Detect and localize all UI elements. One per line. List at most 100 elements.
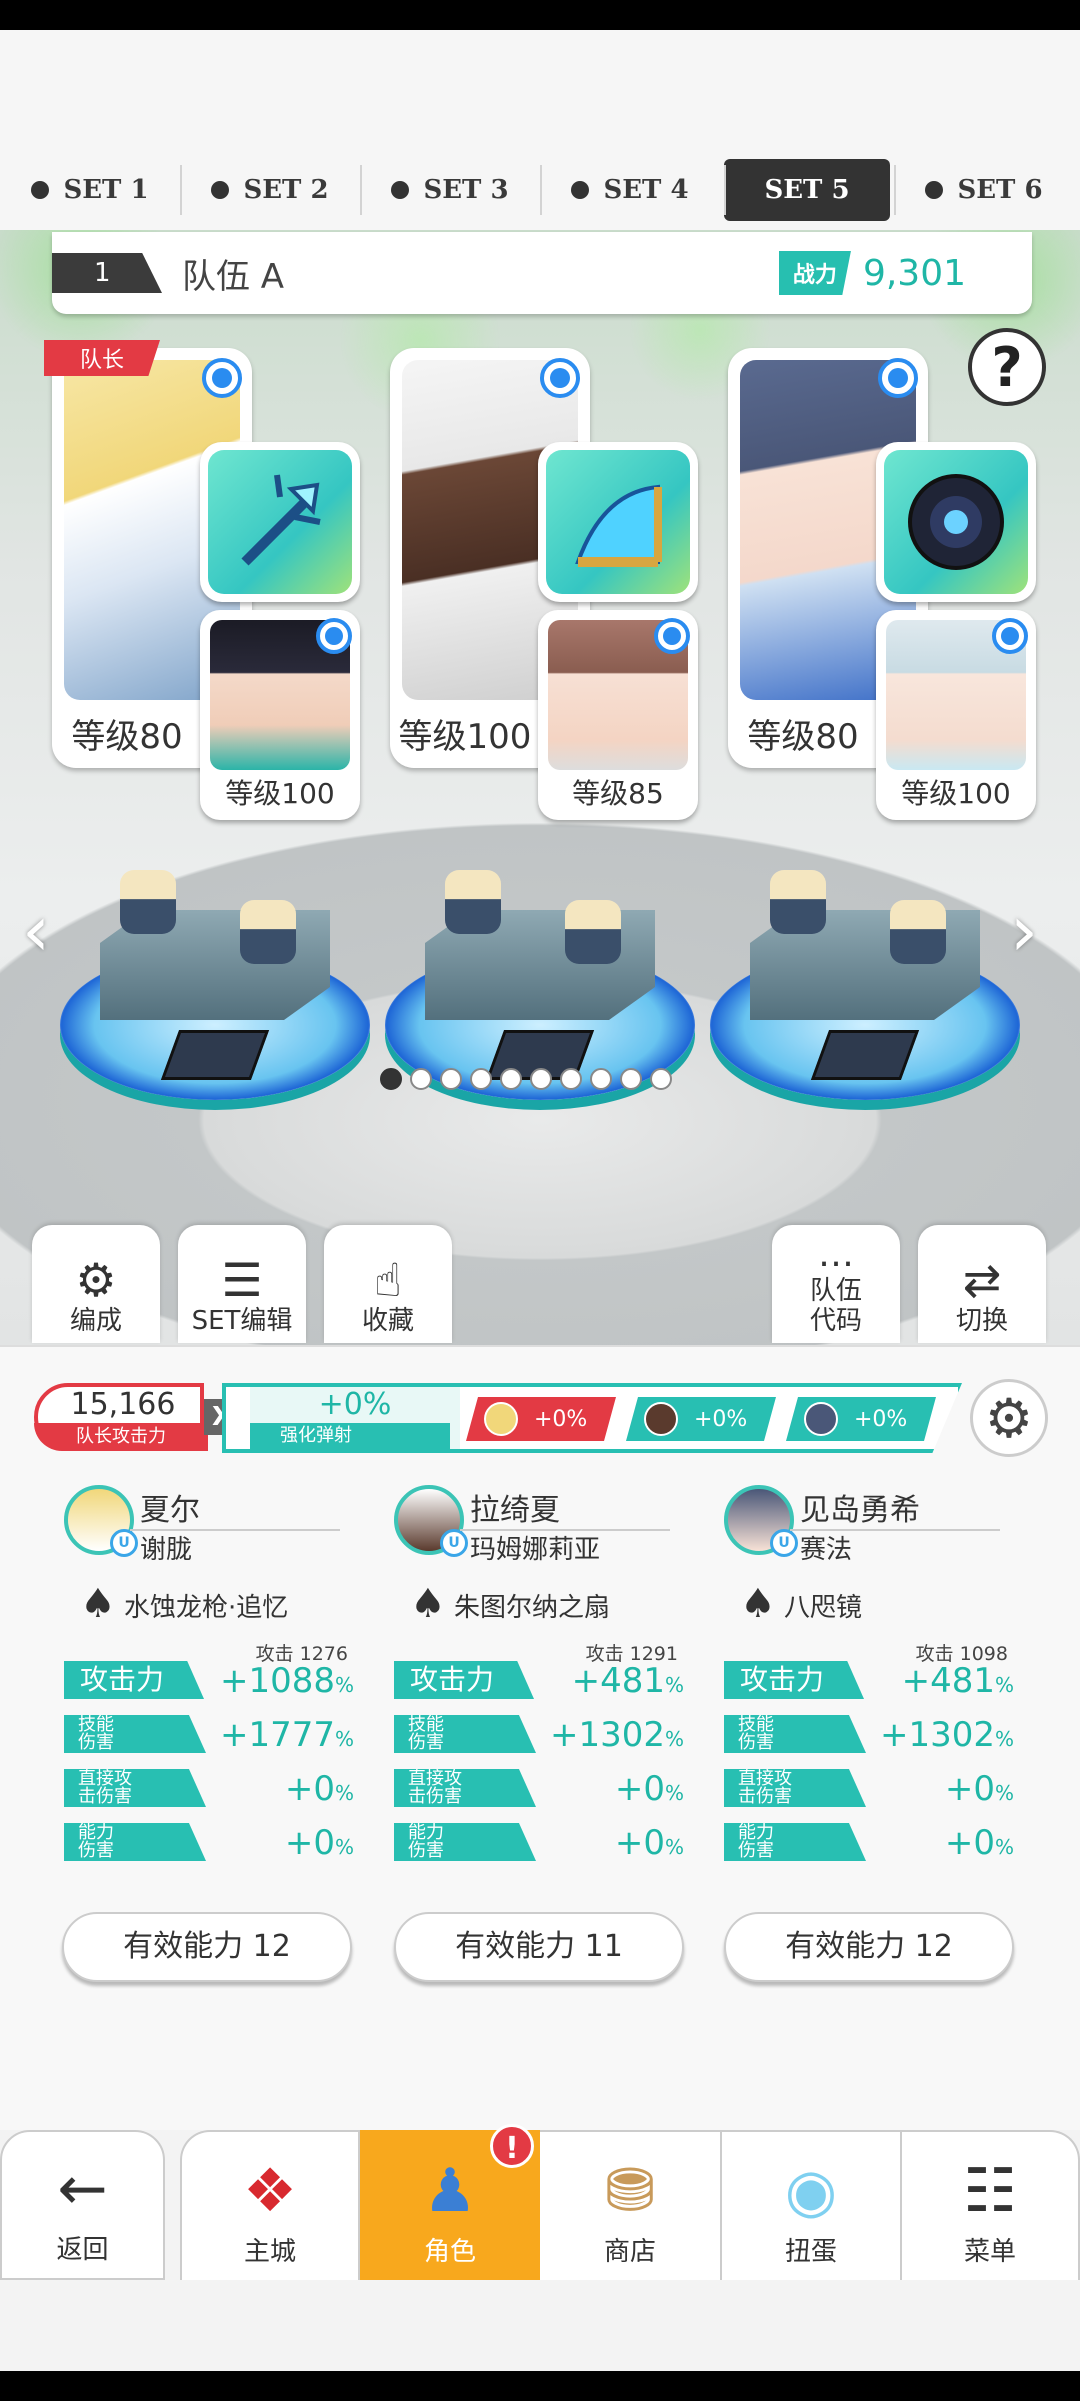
formation-button[interactable]: ⚙ 编成 [32,1225,160,1343]
hero-avatar[interactable]: U [724,1485,798,1557]
skill-bonus: +1777% [219,1715,354,1755]
gacha-orb-icon: ◉ [784,2156,838,2226]
set-edit-button[interactable]: ☰ SET编辑 [178,1225,306,1343]
pedestal-tile [160,1030,270,1080]
effective-ability-button-1[interactable]: 有效能力 12 [62,1912,352,1982]
page-dot[interactable] [380,1068,402,1090]
list-icon: ☰ [221,1253,263,1308]
pedestal-tile [810,1030,920,1080]
tab-dot-icon [925,181,944,199]
weapon-type-icon: ♠ [410,1581,446,1627]
chibi-sprite [445,870,501,934]
select-radio-icon[interactable] [654,618,690,654]
bonus-label: 强化弹射 [250,1423,450,1449]
select-radio-icon[interactable] [202,358,242,398]
hero-avatar[interactable]: U [64,1485,138,1557]
attack-bonus: +481% [901,1661,1014,1701]
effective-ability-button-3[interactable]: 有效能力 12 [724,1912,1014,1982]
direct-bonus: +0% [614,1769,684,1809]
leader-attack-box: 15,166 队长攻击力 [34,1383,208,1451]
hero-face-icon [484,1402,518,1436]
next-arrow-icon[interactable]: › [1010,890,1038,972]
weapon-slot-2[interactable] [538,442,698,602]
pedestal-1[interactable] [60,870,370,1100]
chibi-sprite [240,900,296,964]
settings-gear-icon[interactable]: ⚙ [970,1379,1048,1457]
tab-set-2[interactable]: SET 2 [180,159,360,221]
skill-label: 技能 伤害 [394,1715,536,1753]
mirror-icon [884,450,1028,594]
chat-bubble-icon: … [818,1234,854,1276]
ability-bonus: +0% [944,1823,1014,1863]
weapon-row: ♠ 朱图尔纳之扇 [364,1573,684,1639]
help-button[interactable]: ? [968,328,1046,406]
main-level: 等级100 [398,717,532,757]
page-dot[interactable] [530,1068,552,1090]
nav-character[interactable]: ♟ 角色 ! [360,2124,540,2280]
page-dot[interactable] [500,1068,522,1090]
nav-town[interactable]: ❖ 主城 [180,2130,360,2280]
bonus-main: +0% 强化弹射 [250,1387,460,1449]
tab-set-4[interactable]: SET 4 [540,159,720,221]
shop-bag-icon: ⛃ [604,2156,656,2226]
page-dot[interactable] [470,1068,492,1090]
nav-gacha[interactable]: ◉ 扭蛋 [720,2130,900,2280]
attack-label: 攻击力 [394,1661,534,1699]
sub-character-card-2[interactable]: 等级85 [538,610,698,820]
trident-icon [208,450,352,594]
page-dot[interactable] [620,1068,642,1090]
nav-menu[interactable]: ☷ 菜单 [900,2130,1080,2280]
tab-set-1[interactable]: SET 1 [0,159,180,221]
pedestal-3[interactable] [710,870,1020,1100]
ability-bonus: +0% [614,1823,684,1863]
direct-bonus: +0% [284,1769,354,1809]
hero-bonus-chip-3: +0% [786,1397,936,1441]
select-radio-icon[interactable] [540,358,580,398]
hero-avatar[interactable]: U [394,1485,468,1557]
skill-bonus: +1302% [549,1715,684,1755]
hero-sub-name: 谢胧 [140,1535,193,1565]
team-name[interactable]: 队伍 A [182,249,284,298]
nav-shop[interactable]: ⛃ 商店 [540,2130,720,2280]
prev-arrow-icon[interactable]: ‹ [22,890,50,972]
hero-name: 见岛勇希 [790,1485,1000,1531]
main-level: 等级80 [747,717,859,757]
weapon-slot-1[interactable] [200,442,360,602]
team-scene: 1 队伍 A 战力 9,301 ? 队长 等级80 等级100 等级100 等级… [0,230,1080,1345]
tab-set-6[interactable]: SET 6 [894,159,1074,221]
tab-set-5[interactable]: SET 5 [724,159,890,221]
page-dot[interactable] [590,1068,612,1090]
page-dot[interactable] [410,1068,432,1090]
page-dot[interactable] [650,1068,672,1090]
favorite-button[interactable]: ☝ 收藏 [324,1225,452,1343]
attack-stat: 攻击 1276 攻击力 +1088% [34,1643,354,1707]
hero-stats-1: U 夏尔 谢胧 ♠ 水蚀龙枪·追忆 攻击 1276 攻击力 +1088% 技能 … [34,1485,354,1869]
select-radio-icon[interactable] [316,618,352,654]
weapon-name: 朱图尔纳之扇 [454,1593,611,1623]
sub-character-card-1[interactable]: 等级100 [200,610,360,820]
page-dot[interactable] [440,1068,462,1090]
hero-face-icon [804,1402,838,1436]
weapon-slot-3[interactable] [876,442,1036,602]
page-dot[interactable] [560,1068,582,1090]
select-radio-icon[interactable] [992,618,1028,654]
ability-label: 能力 伤害 [394,1823,536,1861]
tab-dot-icon [571,181,590,199]
select-radio-icon[interactable] [878,358,918,398]
tab-set-3[interactable]: SET 3 [360,159,540,221]
tab-dot-icon [211,181,230,199]
alert-badge: ! [490,2124,534,2168]
switch-button[interactable]: ⇄ 切换 [918,1225,1046,1343]
team-header: 1 队伍 A 战力 9,301 [52,232,1032,314]
swap-icon: ⇄ [962,1253,1002,1308]
effective-ability-button-2[interactable]: 有效能力 11 [394,1912,684,1982]
nav-back[interactable]: ← 返回 [0,2130,165,2280]
hero-sub-name: 赛法 [800,1535,853,1565]
hero-header: U 夏尔 谢胧 [34,1485,354,1565]
set-tabs: SET 1 SET 2 SET 3 SET 4 SET 5 SET 6 [0,150,1080,230]
ability-label: 能力 伤害 [724,1823,866,1861]
skill-stat: 技能 伤害 +1777% [34,1707,354,1761]
team-code-button[interactable]: … 队伍 代码 [772,1225,900,1343]
sub-character-card-3[interactable]: 等级100 [876,610,1036,820]
direct-label: 直接攻 击伤害 [64,1769,206,1807]
